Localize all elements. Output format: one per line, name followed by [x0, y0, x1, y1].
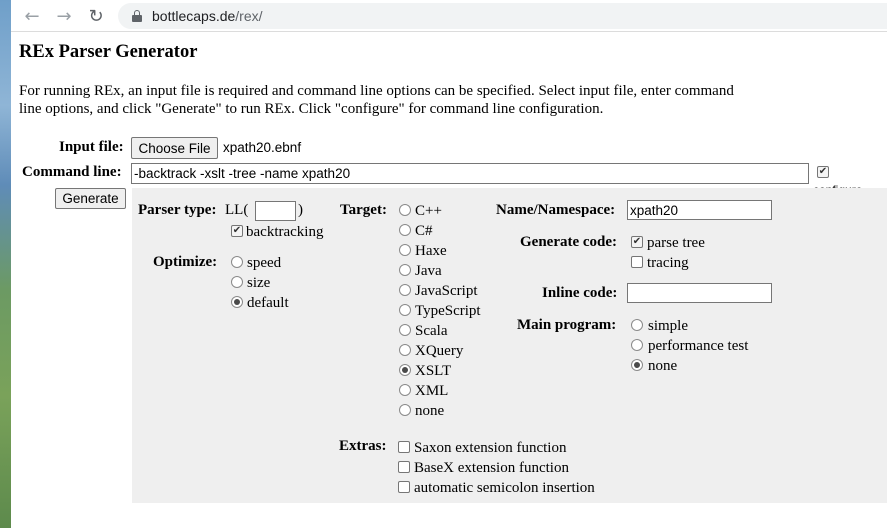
target-cpp-radio[interactable]: [399, 204, 411, 216]
forward-arrow-icon[interactable]: →: [52, 4, 76, 28]
selected-file-name: xpath20.ebnf: [223, 140, 302, 155]
backtracking-label: backtracking: [246, 224, 324, 240]
reload-icon[interactable]: ↻: [84, 4, 108, 28]
target-xslt-radio[interactable]: [399, 364, 411, 376]
main-program-none-radio[interactable]: [631, 359, 643, 371]
target-haxe-radio[interactable]: [399, 244, 411, 256]
optimize-option-label: size: [247, 275, 271, 291]
saxon-extension-checkbox[interactable]: [398, 441, 410, 453]
name-namespace-label: Name/Namespace:: [496, 202, 616, 218]
parse-tree-checkbox[interactable]: ✔: [631, 236, 643, 248]
generate-button[interactable]: Generate: [55, 188, 126, 209]
optimize-speed-radio[interactable]: [231, 256, 243, 268]
page-title: REx Parser Generator: [19, 42, 198, 62]
semicolon-insertion-checkbox[interactable]: [398, 481, 410, 493]
target-option-label: C#: [415, 223, 433, 239]
main-program-label: Main program:: [517, 317, 617, 333]
parser-type-label: Parser type:: [138, 202, 217, 218]
target-csharp-radio[interactable]: [399, 224, 411, 236]
main-program-option-label: simple: [648, 318, 688, 334]
address-bar[interactable]: bottlecaps.de/rex/: [118, 3, 887, 29]
intro-line-1: For running REx, an input file is requir…: [19, 83, 734, 99]
backtracking-checkbox[interactable]: ✔: [231, 225, 243, 237]
name-namespace-input[interactable]: xpath20: [627, 200, 772, 220]
extras-option-label: Saxon extension function: [414, 440, 567, 456]
target-javascript-radio[interactable]: [399, 284, 411, 296]
target-option-label: Scala: [415, 323, 448, 339]
main-program-option-label: performance test: [648, 338, 749, 354]
target-xquery-radio[interactable]: [399, 344, 411, 356]
extras-option-label: BaseX extension function: [414, 460, 569, 476]
optimize-option-label: speed: [247, 255, 282, 271]
target-option-label: C++: [415, 203, 442, 219]
target-typescript-radio[interactable]: [399, 304, 411, 316]
extras-option-label: automatic semicolon insertion: [414, 480, 595, 496]
intro-text: For running REx, an input file is requir…: [19, 82, 799, 118]
command-line-input[interactable]: -backtrack -xslt -tree -name xpath20: [131, 163, 809, 184]
tracing-label: tracing: [647, 255, 689, 271]
target-option-label: Java: [415, 263, 442, 279]
command-line-label: Command line:: [22, 164, 122, 180]
inline-code-input[interactable]: [627, 283, 772, 303]
target-option-label: TypeScript: [415, 303, 481, 319]
desktop-background-strip: [0, 0, 11, 528]
target-option-label: XML: [415, 383, 449, 399]
extras-label: Extras:: [339, 438, 387, 454]
ll-lookahead-input[interactable]: [255, 201, 296, 221]
url-path: /rex/: [235, 8, 263, 24]
tracing-checkbox[interactable]: [631, 256, 643, 268]
target-option-label: Haxe: [415, 243, 447, 259]
configure-checkbox[interactable]: ✔: [817, 166, 829, 178]
parse-tree-label: parse tree: [647, 235, 705, 251]
main-program-performance-test-radio[interactable]: [631, 339, 643, 351]
target-option-label: none: [415, 403, 445, 419]
target-java-radio[interactable]: [399, 264, 411, 276]
main-program-option-label: none: [648, 358, 678, 374]
options-panel: Parser type: LL( ) ✔ backtracking Optimi…: [132, 188, 887, 503]
back-arrow-icon[interactable]: ←: [20, 4, 44, 28]
inline-code-label: Inline code:: [542, 285, 618, 301]
ll-suffix: ): [298, 202, 303, 218]
target-option-label: JavaScript: [415, 283, 478, 299]
lock-icon: [132, 10, 142, 22]
target-none-radio[interactable]: [399, 404, 411, 416]
url-host: bottlecaps.de: [152, 8, 236, 24]
generate-code-label: Generate code:: [520, 234, 618, 250]
target-xml-radio[interactable]: [399, 384, 411, 396]
input-file-label: Input file:: [59, 139, 124, 155]
intro-line-2: line options, and click "Generate" to ru…: [19, 101, 604, 117]
optimize-default-radio[interactable]: [231, 296, 243, 308]
choose-file-button[interactable]: Choose File: [131, 137, 218, 159]
target-scala-radio[interactable]: [399, 324, 411, 336]
main-program-simple-radio[interactable]: [631, 319, 643, 331]
optimize-option-label: default: [247, 295, 289, 311]
target-option-label: XQuery: [415, 343, 464, 359]
ll-prefix: LL(: [225, 202, 249, 218]
optimize-label: Optimize:: [153, 254, 218, 270]
target-label: Target:: [340, 202, 387, 218]
target-option-label: XSLT: [415, 363, 452, 379]
basex-extension-checkbox[interactable]: [398, 461, 410, 473]
optimize-size-radio[interactable]: [231, 276, 243, 288]
page-content: REx Parser Generator For running REx, an…: [11, 33, 887, 528]
browser-toolbar: ← → ↻ bottlecaps.de/rex/: [11, 0, 887, 32]
